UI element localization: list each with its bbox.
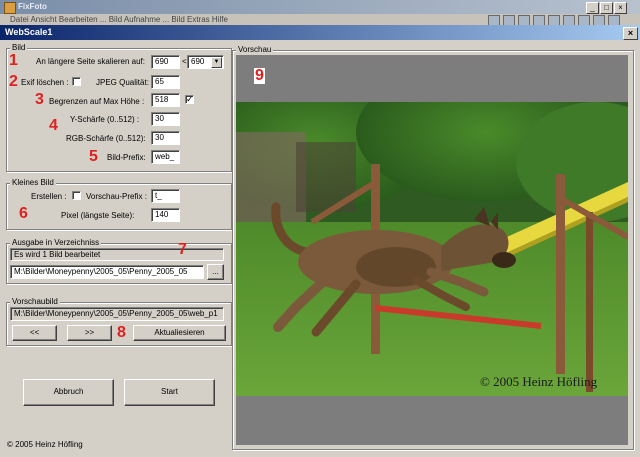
maximize-button[interactable]: □ (600, 2, 613, 14)
vprefix-label: Vorschau-Prefix : (86, 192, 147, 201)
background-title: FixFoto (18, 2, 47, 11)
marker-6: 6 (19, 205, 28, 222)
marker-8: 8 (117, 324, 126, 341)
scale-label: An längere Seite skalieren auf: (36, 57, 145, 66)
cancel-button[interactable]: Abbruch (23, 379, 114, 406)
maxh-input[interactable]: 518 (151, 93, 180, 107)
create-label: Erstellen : (31, 192, 67, 201)
kleines-bild-group (6, 183, 232, 230)
background-close-button[interactable]: × (614, 2, 627, 14)
jpeg-input[interactable]: 65 (151, 75, 180, 89)
marker-3: 3 (35, 91, 44, 108)
kleines-bild-group-label: Kleines Bild (10, 178, 56, 187)
y-sharpness-label: Y-Schärfe (0..512) : (70, 115, 140, 124)
prev-button[interactable]: << (12, 325, 57, 341)
copyright-footer: © 2005 Heinz Höfling (7, 440, 83, 449)
background-titlebar: FixFoto (0, 0, 640, 14)
marker-9: 9 (254, 67, 265, 84)
rgb-sharpness-label: RGB-Schärfe (0..512): (66, 134, 146, 143)
y-sharpness-input[interactable]: 30 (151, 112, 180, 126)
window-titlebar: WebScale1 (0, 25, 640, 40)
ausgabe-group-label: Ausgabe in Verzeichniss (10, 238, 102, 247)
preview-photo: © 2005 Heinz Höfling (236, 102, 628, 396)
window-title: WebScale1 (5, 27, 53, 37)
marker-7: 7 (178, 241, 187, 258)
pixel-input[interactable]: 140 (151, 208, 180, 222)
vorschau-group-label: Vorschau (236, 45, 274, 54)
background-toolbar[interactable] (488, 15, 638, 26)
prefix-input[interactable]: web_ (151, 150, 180, 164)
chevron-down-icon[interactable]: ▼ (211, 57, 222, 68)
close-button[interactable]: × (623, 27, 638, 40)
app-icon (4, 2, 16, 14)
status-field: Es wird 1 Bild bearbeitet (10, 248, 224, 261)
bild-group-label: Bild (10, 43, 28, 52)
browse-button[interactable]: ... (207, 264, 224, 280)
pixel-label: Pixel (längste Seite): (61, 211, 135, 220)
marker-1: 1 (9, 52, 18, 69)
exif-checkbox[interactable] (72, 77, 81, 86)
maxh-label: Begrenzen auf Max Höhe : (49, 97, 145, 106)
preview-file-field: M:\Bilder\Moneypenny\2005_05\Penny_2005_… (10, 307, 224, 321)
vprefix-input[interactable]: t_ (151, 189, 180, 203)
output-path-input[interactable]: M:\Bilder\Moneypenny\2005_05\Penny_2005_… (10, 265, 204, 279)
vorschaubild-group-label: Vorschaubild (10, 297, 60, 306)
background-menu[interactable]: Datei Ansicht Bearbeiten ... Bild Aufnah… (10, 15, 228, 24)
less-than-label: < (182, 57, 187, 66)
scale-combo[interactable]: 690 ▼ (187, 55, 224, 69)
create-checkbox[interactable] (72, 191, 81, 200)
next-button[interactable]: >> (67, 325, 112, 341)
marker-2: 2 (9, 73, 18, 90)
marker-4: 4 (49, 117, 58, 134)
scale-input[interactable]: 690 (151, 55, 180, 69)
rgb-sharpness-input[interactable]: 30 (151, 131, 180, 145)
refresh-button[interactable]: Aktualiesieren (133, 325, 226, 341)
photo-watermark: © 2005 Heinz Höfling (480, 374, 598, 389)
maxh-checkbox[interactable]: ✓ (185, 95, 194, 104)
exif-label: Exif löschen : (21, 78, 69, 87)
minimize-button[interactable]: _ (586, 2, 599, 14)
start-button[interactable]: Start (124, 379, 215, 406)
dog-agility-photo: © 2005 Heinz Höfling (236, 102, 628, 396)
marker-5: 5 (89, 148, 98, 165)
scale-combo-value: 690 (191, 57, 205, 66)
jpeg-label: JPEG Qualität: (96, 78, 149, 87)
prefix-label: Bild-Prefix: (107, 153, 146, 162)
